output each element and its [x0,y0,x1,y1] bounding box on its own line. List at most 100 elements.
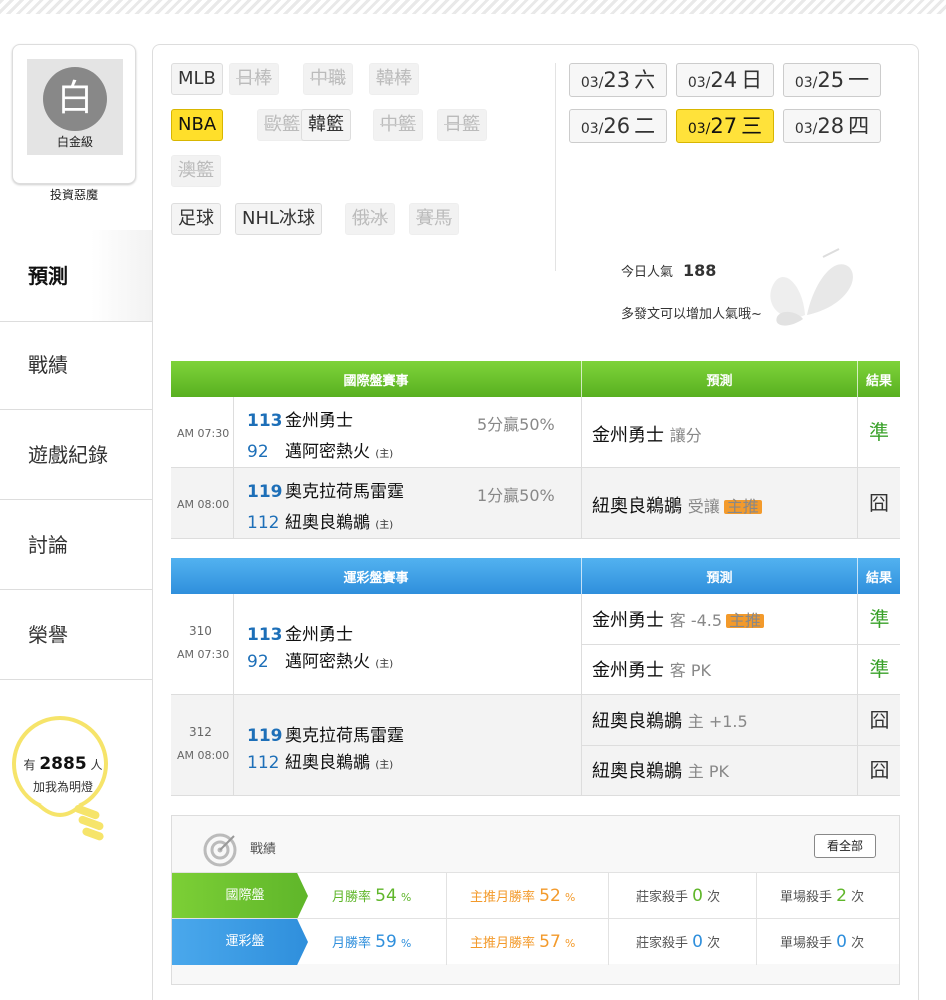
pick-type: 主 +1.5 [687,712,748,731]
sport-tab-8[interactable]: 日籃 [437,109,487,141]
result-cell: 囧囧 [857,695,900,795]
result-cell: 囧 [857,468,900,538]
date-button-4[interactable]: 03/27 三 [676,109,774,143]
sport-tab-7[interactable]: 中籃 [373,109,423,141]
sport-tab-3[interactable]: 韓棒 [369,63,419,95]
score-home: 92 [247,652,269,672]
sport-tab-12[interactable]: 俄冰 [345,203,395,235]
single-game-killer: 單場殺手 0 次 [780,919,864,965]
avatar: 白 白金級 [27,59,123,155]
intl-rows: AM 07:30 113 金州勇士 92 邁阿密熱火 (主) 5分贏50% 金州勇士 讓分準… [171,397,900,539]
date-button-1[interactable]: 03/24 日 [676,63,774,97]
value: 0 [692,932,703,952]
team-name: 紐奧良鵜鶘 [285,753,370,773]
home-marker: (主) [375,449,394,460]
sidebar: 白 白金級 投資惡魔 預測 戰績 遊戲紀錄 討論 榮譽 有 2885 人 加我為… [0,14,152,1000]
game-number: 312 [189,725,212,739]
fan-count: 有 2885 人 [23,754,103,774]
date-month: 03/ [794,75,818,91]
table-row: 312 AM 08:00 119 奧克拉荷馬雷霆 112 紐奧良鵜鶘 (主) 紐奧良鵜鶘 主… [171,695,900,796]
divider [233,468,234,538]
date-button-5[interactable]: 03/28 四 [783,109,881,143]
sport-tab-9[interactable]: 澳籃 [171,155,221,187]
date-month: 03/ [580,121,604,137]
nav-discuss[interactable]: 討論 [0,500,152,590]
divider [858,644,900,645]
stats-category: 國際盤 [172,873,308,919]
game-time: AM 07:30 [177,648,230,661]
date-month: 03/ [580,75,604,91]
date-weekday: 日 [741,68,763,92]
date-day: 26 [603,114,631,138]
nav-honor[interactable]: 榮譽 [0,590,152,680]
nav-game-history[interactable]: 遊戲紀錄 [0,410,152,500]
lottery-table: 運彩盤賽事 預測 結果 310 AM 07:30 113 金州勇士 92 邁阿密熱火 (主… [171,558,900,796]
team-away: 119 奧克拉荷馬雷霆 [247,721,404,746]
date-day: 27 [710,114,738,138]
date-weekday: 四 [848,114,870,138]
label: 月勝率 [332,890,372,905]
stats-row: 運彩盤 月勝率 59 % 主推月勝率 57 % 莊家殺手 0 次單場殺手 0 次 [172,918,899,965]
pick-type: 讓分 [669,426,702,445]
date-button-3[interactable]: 03/26 二 [569,109,667,143]
date-button-2[interactable]: 03/25 一 [783,63,881,97]
team-name: 紐奧良鵜鶘 [285,513,370,533]
label: 主推月勝率 [470,890,536,905]
value: 0 [692,886,703,906]
odds-label: 1分贏50% [477,486,555,505]
col-game: 國際盤賽事 [343,373,409,389]
nav-record[interactable]: 戰績 [0,320,152,410]
sport-tab-2[interactable]: 中職 [303,63,353,95]
divider [756,873,757,919]
score-away: 119 [247,482,283,502]
date-month: 03/ [687,75,711,91]
unit: 次 [707,890,721,905]
target-icon [203,833,237,867]
divider [233,594,234,694]
game-time: AM 07:30 [177,427,230,440]
date-button-0[interactable]: 03/23 六 [569,63,667,97]
sport-tab-6[interactable]: 韓籃 [301,109,351,141]
avatar-level-icon: 白 [43,67,107,131]
pct: % [564,937,576,950]
team-away: 113 金州勇士 [247,406,353,431]
follow-lamp-button[interactable]: 有 2885 人 加我為明燈 [8,700,118,850]
team-away: 119 奧克拉荷馬雷霆 [247,477,404,502]
score-home: 92 [247,442,269,462]
sport-tab-10[interactable]: 足球 [171,203,221,235]
value: 2 [836,886,847,906]
sport-tab-4[interactable]: NBA [171,109,224,141]
sport-tab-1[interactable]: 日棒 [229,63,279,95]
sport-tab-0[interactable]: MLB [171,63,223,95]
stats-category: 運彩盤 [172,919,308,965]
butterfly-icon [770,248,853,326]
game-time: AM 08:00 [177,498,230,511]
divider [756,919,757,965]
pick-type: 客 -4.5 [669,611,723,630]
sport-tab-13[interactable]: 賽馬 [409,203,459,235]
view-all-button[interactable]: 看全部 [814,834,876,858]
pick: 紐奧良鵜鶘 受讓 主推 [592,492,762,518]
main-pick-badge: 主推 [726,613,765,629]
result-cell: 準準 [857,594,900,694]
score-away: 113 [247,411,283,431]
label: 主推月勝率 [470,936,536,951]
pick: 金州勇士 客 -4.5 主推 [592,606,765,632]
col-result: 結果 [857,361,900,397]
home-marker: (主) [375,659,394,670]
sport-tab-11[interactable]: NHL冰球 [235,203,323,235]
main-pick-win-rate: 主推月勝率 52 % [470,873,575,919]
pick: 金州勇士 讓分 [592,421,702,447]
nav-predict[interactable]: 預測 [0,230,152,322]
team-home: 112 紐奧良鵜鶘 (主) [247,508,393,533]
col-pick: 預測 [581,361,857,397]
username[interactable]: 投資惡魔 [0,186,148,203]
divider [233,695,234,795]
team-name: 金州勇士 [285,625,353,645]
profile-card[interactable]: 白 白金級 [12,44,136,184]
popularity: 今日人氣 188 [621,261,717,280]
odds-label: 5分贏50% [477,415,555,434]
divider [446,873,447,919]
unit: 次 [851,936,865,951]
sport-tab-5[interactable]: 歐籃 [257,109,307,141]
